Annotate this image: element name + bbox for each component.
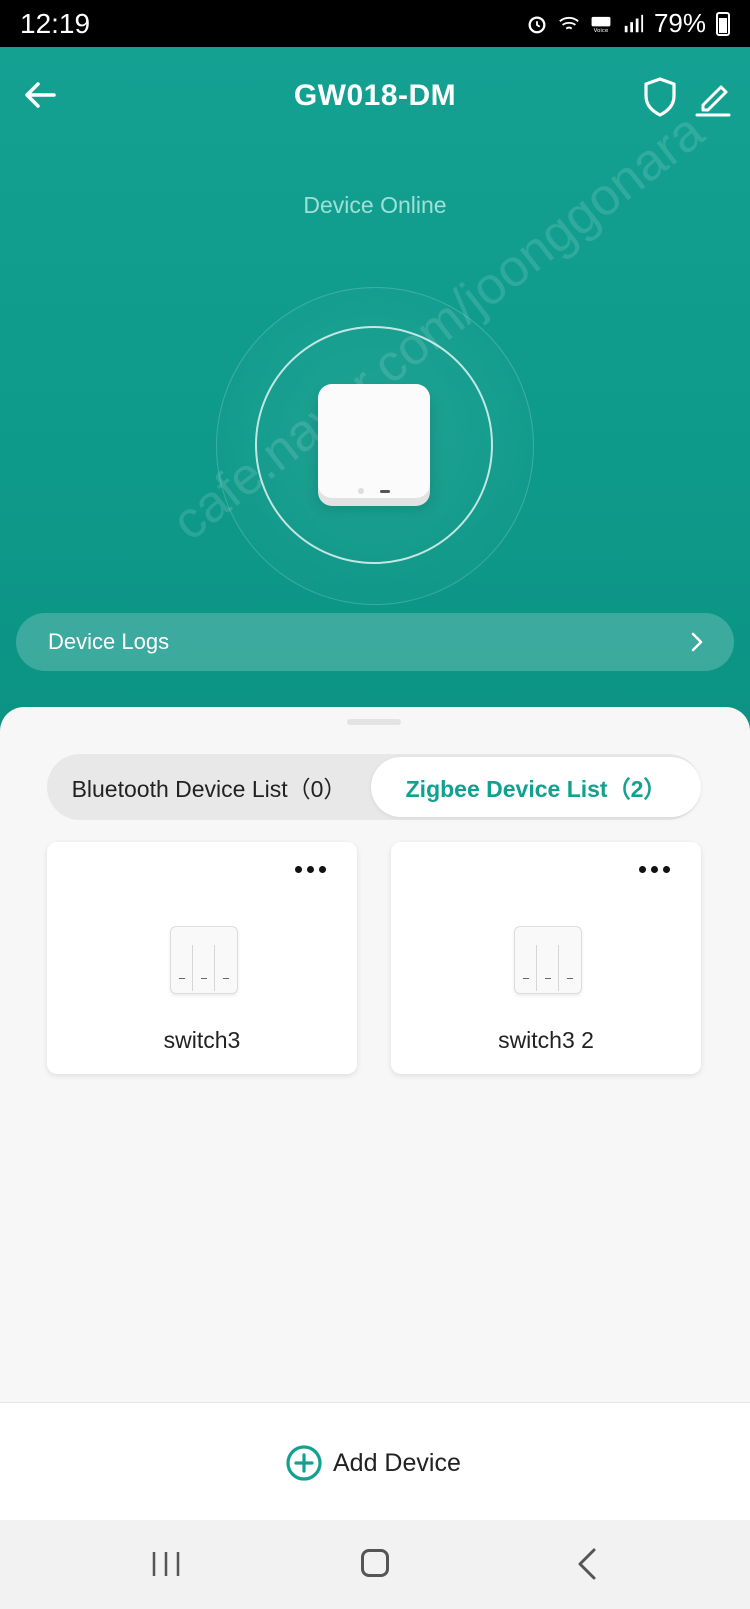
chevron-right-icon (691, 632, 703, 652)
device-card[interactable]: switch3 2 (391, 842, 701, 1074)
tab-bluetooth[interactable]: Bluetooth Device List（0） (47, 754, 371, 820)
device-list-tabs: Bluetooth Device List（0） Zigbee Device L… (47, 754, 701, 820)
drag-handle[interactable] (347, 719, 401, 725)
shield-icon[interactable] (640, 75, 680, 119)
wifi-icon (559, 16, 579, 29)
signal-icon (624, 14, 644, 32)
gateway-header: cafe.naver.com/joonggonara GW018-DM Devi… (0, 47, 750, 747)
top-bar: GW018-DM (0, 47, 750, 147)
device-logs-label: Device Logs (48, 629, 170, 654)
gateway-device-image (318, 384, 430, 498)
tab-zigbee[interactable]: Zigbee Device List（2） (371, 757, 701, 817)
edit-icon[interactable] (693, 75, 733, 119)
device-list-sheet: Bluetooth Device List（0） Zigbee Device L… (0, 707, 750, 1402)
nav-back-icon[interactable] (575, 1547, 599, 1581)
switch-device-icon (514, 926, 582, 994)
page-title: GW018-DM (293, 79, 457, 112)
plus-circle-icon (286, 1445, 322, 1481)
more-options-icon[interactable] (639, 860, 683, 880)
home-icon[interactable] (361, 1549, 389, 1577)
hd-voice-icon: Voice (591, 16, 611, 33)
device-status-text: Device Online (303, 192, 447, 218)
battery-icon (716, 11, 730, 36)
svg-text:Voice: Voice (594, 27, 609, 33)
recent-apps-icon[interactable] (150, 1550, 182, 1578)
device-card[interactable]: switch3 (47, 842, 357, 1074)
device-name: switch3 2 (498, 1027, 594, 1053)
system-nav-bar (0, 1520, 750, 1609)
more-options-icon[interactable] (295, 860, 339, 880)
device-logs-row[interactable]: Device Logs (16, 613, 734, 671)
battery-percent: 79% (653, 8, 706, 38)
alarm-icon (528, 15, 546, 33)
switch-device-icon (170, 926, 238, 994)
device-name: switch3 (163, 1027, 241, 1053)
add-device-label: Add Device (333, 1448, 461, 1477)
status-bar: 12:19 Voice 79% (0, 0, 750, 47)
add-device-button[interactable]: Add Device (285, 1443, 461, 1483)
status-icons: Voice 79% (526, 8, 730, 39)
status-time: 12:19 (20, 7, 91, 39)
footer-bar: Add Device (0, 1402, 750, 1521)
